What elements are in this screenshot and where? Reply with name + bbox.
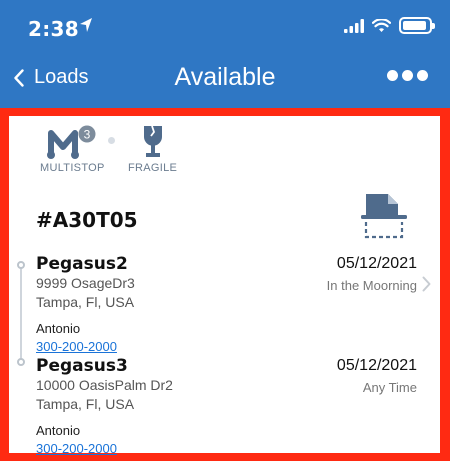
stop-date: 05/12/2021 [336,255,417,272]
nav-bar: 2:38 Loads Available [0,0,450,108]
stop-item[interactable]: Pegasus3 10000 OasisPalm Dr2 Tampa, Fl, … [36,356,431,458]
route-timeline [20,263,22,363]
stop-contact-name: Antonio [36,321,81,336]
load-id: #A30T05 [36,208,138,232]
stop-phone-link[interactable]: 300-200-2000 [36,441,117,456]
stop-time-window: In the Moorning [326,278,417,293]
stop-date: 05/12/2021 [336,357,417,374]
more-dot-icon [402,70,413,81]
more-dot-icon [417,70,428,81]
stop-item[interactable]: Pegasus2 9999 OsageDr3 Tampa, Fl, USA An… [36,254,431,356]
chevron-left-icon [14,68,24,87]
more-options-button[interactable] [387,70,428,81]
more-dot-icon [387,70,398,81]
stop-address-line2: Tampa, Fl, USA [36,396,135,412]
wifi-icon [372,18,391,32]
highlight-frame: 3 MULTISTOP FRAGILE #A30T05 Pegasus2 999… [0,108,450,461]
battery-level [403,21,426,30]
fragile-label: FRAGILE [128,162,178,174]
multistop-count-badge: 3 [84,128,91,142]
status-time: 2:38 [28,17,79,41]
multistop-icon: 3 [47,125,96,159]
feature-multistop: 3 MULTISTOP [40,125,105,174]
chevron-right-icon[interactable] [422,276,431,292]
stop-phone-link[interactable]: 300-200-2000 [36,339,117,354]
status-indicators [344,17,435,34]
feature-fragile: FRAGILE [128,125,177,174]
back-button[interactable]: Loads [14,66,89,89]
signal-icon [344,18,364,33]
fragile-glass-icon [143,125,162,157]
timeline-stop-marker [17,261,25,269]
location-arrow-icon [80,18,92,32]
feature-separator [108,137,115,144]
load-card[interactable]: 3 MULTISTOP FRAGILE #A30T05 Pegasus2 999… [9,116,440,456]
back-label: Loads [34,66,89,88]
battery-icon [399,17,435,34]
stop-address-line2: Tampa, Fl, USA [36,294,135,310]
timeline-stop-marker [17,358,25,366]
stop-time-window: Any Time [362,380,417,395]
multistop-label: MULTISTOP [40,162,105,174]
document-scan-icon[interactable] [358,192,410,240]
stop-contact-name: Antonio [36,423,81,438]
